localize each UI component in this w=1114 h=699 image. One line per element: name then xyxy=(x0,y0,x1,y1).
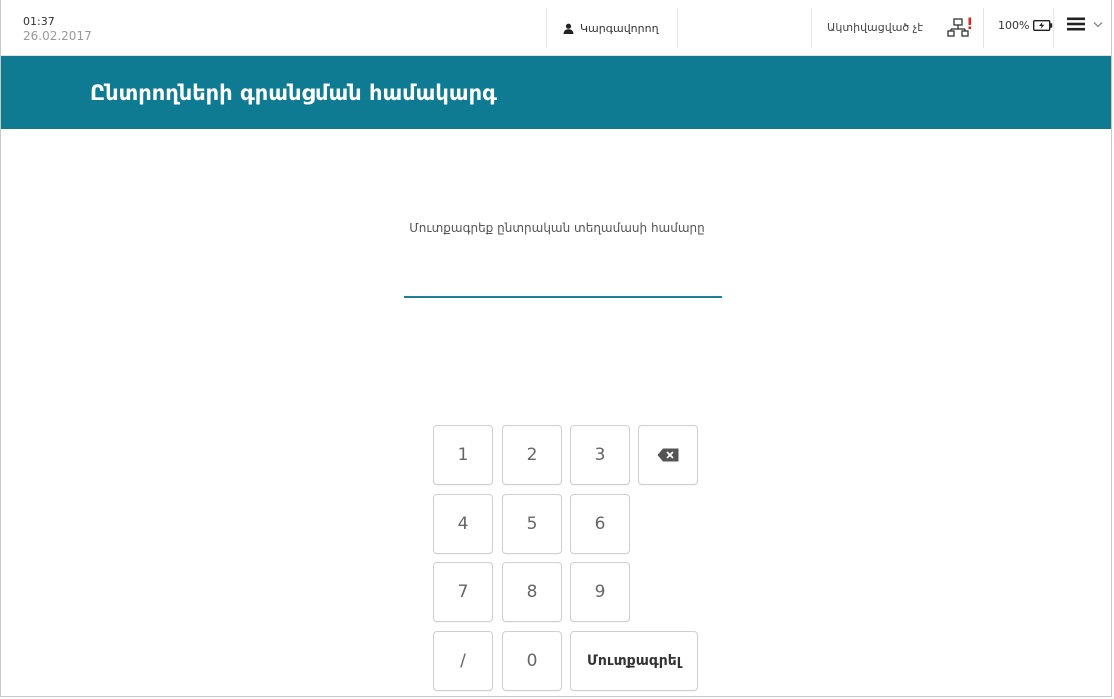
key-3[interactable]: 3 xyxy=(570,425,630,485)
key-4[interactable]: 4 xyxy=(433,494,493,554)
divider xyxy=(546,8,547,48)
station-number-prompt: Մուտքագրեք ընտրական տեղամասի համարը xyxy=(409,221,705,235)
battery-percent: 100% xyxy=(998,19,1030,32)
date: 26.02.2017 xyxy=(23,29,92,43)
key-6[interactable]: 6 xyxy=(570,494,630,554)
key-2[interactable]: 2 xyxy=(502,425,562,485)
key-7[interactable]: 7 xyxy=(433,562,493,622)
divider xyxy=(811,8,812,48)
app-header: Ընտրողների գրանցման համակարգ xyxy=(1,56,1111,129)
user-icon xyxy=(563,23,574,34)
network-alert-icon xyxy=(947,17,972,37)
divider xyxy=(983,8,984,48)
activation-status: Ակտիվացված չէ xyxy=(827,21,923,34)
menu-button[interactable] xyxy=(1067,17,1103,31)
operator-button[interactable]: Կարգավորող xyxy=(563,19,659,37)
app-window: 01:37 26.02.2017 Կարգավորող Ակտիվացված չ… xyxy=(0,0,1112,697)
key-1[interactable]: 1 xyxy=(433,425,493,485)
divider xyxy=(1053,8,1054,48)
key-8[interactable]: 8 xyxy=(502,562,562,622)
key-5[interactable]: 5 xyxy=(502,494,562,554)
chevron-down-icon xyxy=(1093,21,1103,27)
key-slash[interactable]: / xyxy=(433,631,493,691)
page-title: Ընտրողների գրանցման համակարգ xyxy=(90,81,497,105)
battery-charging-icon xyxy=(1033,20,1053,31)
hamburger-icon xyxy=(1067,17,1085,31)
status-bar: 01:37 26.02.2017 Կարգավորող Ակտիվացված չ… xyxy=(1,0,1111,56)
key-9[interactable]: 9 xyxy=(570,562,630,622)
divider xyxy=(677,8,678,48)
battery-status: 100% xyxy=(998,19,1053,32)
backspace-icon xyxy=(657,448,679,462)
clock: 01:37 xyxy=(23,15,55,28)
backspace-button[interactable] xyxy=(638,425,698,485)
key-0[interactable]: 0 xyxy=(502,631,562,691)
station-number-input[interactable] xyxy=(404,270,722,298)
enter-button[interactable]: Մուտքագրել xyxy=(570,631,698,691)
operator-label: Կարգավորող xyxy=(580,21,659,35)
